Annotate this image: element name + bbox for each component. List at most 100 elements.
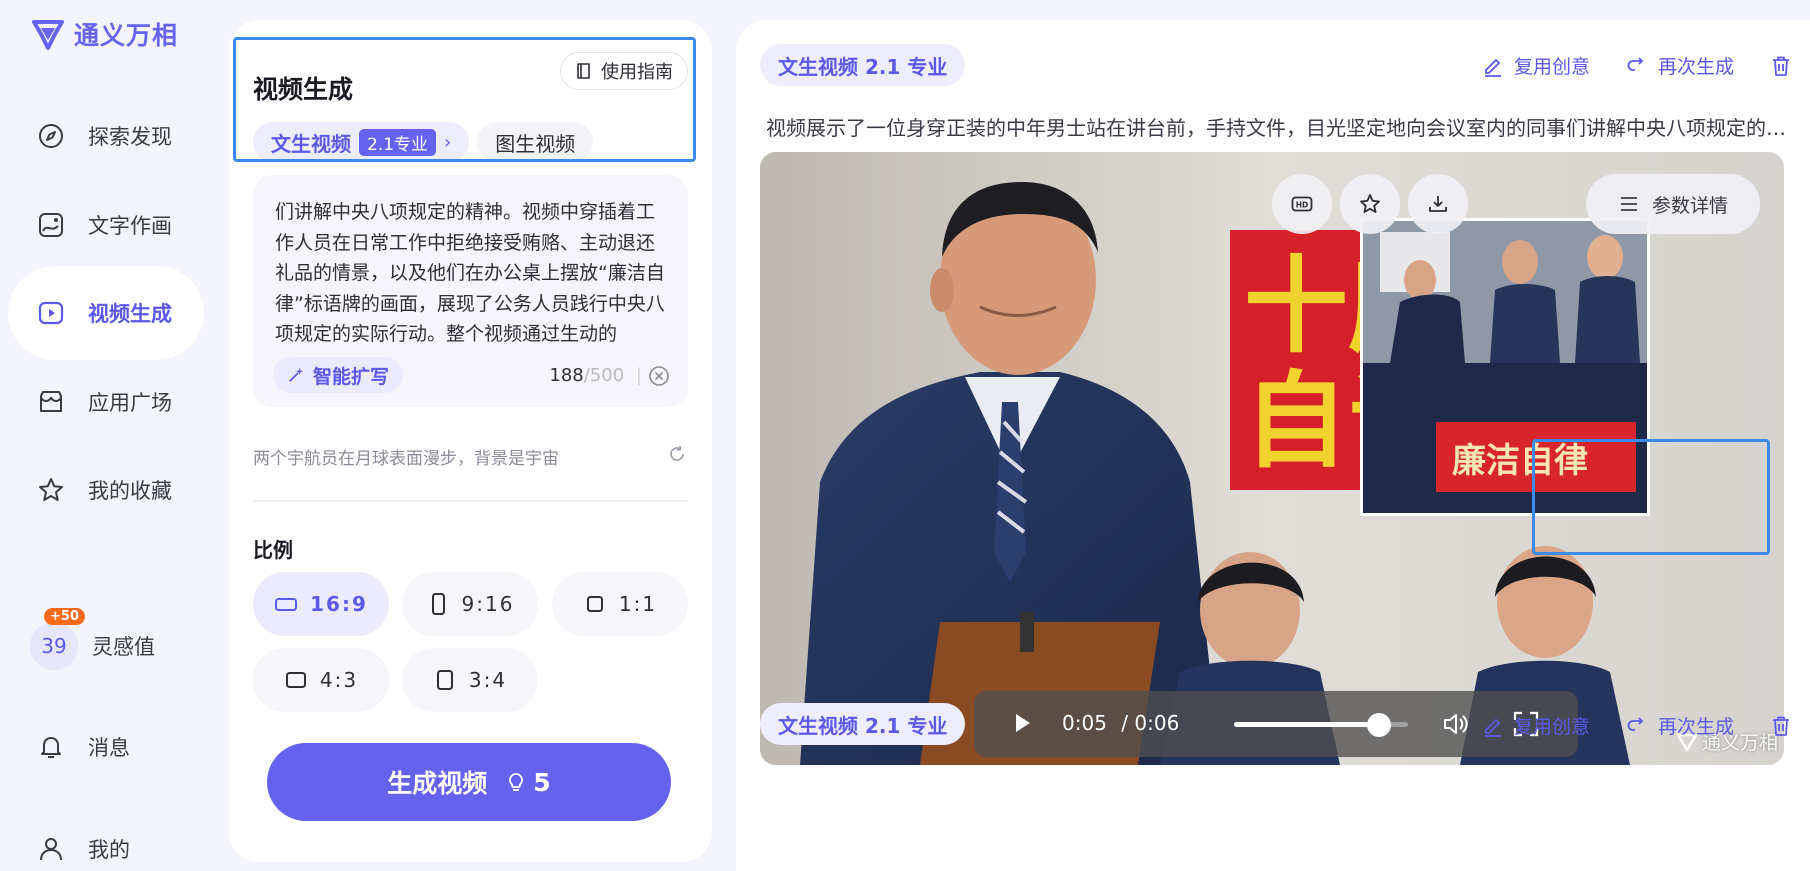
result-model-badge-2: 文生视频 2.1 专业 [760, 703, 966, 745]
sidebar-item-label: 应用广场 [88, 391, 172, 415]
param-details-button[interactable]: 参数详情 [1586, 174, 1760, 234]
results-area: 文生视频 2.1 专业 复用创意 再次生成 视频展示了一位身穿正装的中年男士站在… [736, 20, 1810, 871]
redo-icon [1627, 716, 1644, 731]
sidebar-item-label: 消息 [88, 736, 130, 760]
download-icon [1429, 196, 1447, 212]
landscape-4-3-ratio-icon [285, 672, 306, 688]
trash-icon [1773, 56, 1789, 76]
regenerate-button-2[interactable]: 再次生成 [1626, 712, 1734, 739]
sidebar-item-inspiration[interactable]: 39 +50 灵感值 [8, 599, 204, 693]
current-time: 0:05 [1062, 711, 1107, 735]
prompt-box: 们讲解中央八项规定的精神。视频中穿插着工作人员在日常工作中拒绝接受贿赂、主动退还… [253, 175, 688, 407]
result-model-badge: 文生视频 2.1 专业 [760, 44, 966, 86]
ratio-16-9[interactable]: 16:9 [253, 572, 389, 636]
sidebar-item-text-to-image[interactable]: 文字作画 [8, 178, 204, 272]
portrait-3-4-ratio-icon [436, 670, 453, 690]
regen-label: 再次生成 [1657, 716, 1734, 738]
tab-label: 文生视频 [271, 131, 351, 156]
panel-title: 视频生成 [253, 75, 354, 104]
sidebar-item-label: 文字作画 [88, 214, 172, 238]
time-display: 0:05 / 0:06 [1062, 711, 1179, 735]
generate-video-button[interactable]: 生成视频 5 [267, 743, 671, 821]
ratio-4-3[interactable]: 4:3 [253, 648, 389, 712]
sidebar-item-messages[interactable]: 消息 [8, 700, 204, 794]
reuse-idea-button-2[interactable]: 复用创意 [1482, 712, 1590, 739]
prompt-suggestion[interactable]: 两个宇航员在月球表面漫步，背景是宇宙 [253, 444, 559, 469]
brand-logo[interactable]: 通义万相 [30, 16, 178, 52]
ratio-3-4[interactable]: 3:4 [402, 648, 538, 712]
sidebar-item-app-square[interactable]: 应用广场 [8, 355, 204, 449]
store-icon [36, 387, 66, 417]
delete-button[interactable] [1770, 55, 1792, 77]
duration: / 0:06 [1121, 711, 1180, 735]
progress-handle[interactable] [1366, 713, 1391, 737]
version-badge: 2.1专业 [359, 128, 437, 156]
sidebar-item-explore[interactable]: 探索发现 [8, 89, 204, 183]
inspiration-count: 39 [41, 634, 67, 658]
landscape-ratio-icon [275, 598, 298, 611]
reuse-idea-button[interactable]: 复用创意 [1482, 52, 1590, 79]
brand-name: 通义万相 [74, 21, 179, 50]
char-counter: 188/500 | [549, 365, 642, 386]
svg-text:HD: HD [1296, 201, 1309, 210]
inspiration-bonus-badge: +50 [44, 608, 85, 625]
logo-icon [32, 20, 64, 50]
play-icon[interactable] [1010, 711, 1034, 735]
chevron-right-icon: › [444, 131, 452, 153]
progress-fill [1234, 722, 1379, 727]
star-icon [36, 475, 66, 505]
favorite-button[interactable] [1340, 174, 1400, 234]
edit-icon [1484, 58, 1501, 77]
hd-button[interactable]: HD [1272, 174, 1332, 234]
inspiration-counter: 39 +50 [30, 608, 85, 670]
progress-bar[interactable] [1234, 713, 1408, 737]
sidebar-item-label: 我的收藏 [88, 479, 172, 503]
sidebar-item-label: 灵感值 [92, 635, 155, 659]
inset-selection-highlight [1532, 439, 1770, 555]
guide-button[interactable]: 使用指南 [560, 52, 688, 90]
char-max: /500 [583, 365, 625, 386]
ratio-1-1[interactable]: 1:1 [552, 572, 688, 636]
image-icon [36, 210, 66, 240]
ratio-9-16[interactable]: 9:16 [402, 572, 538, 636]
sidebar-item-me[interactable]: 我的 [8, 802, 204, 871]
ratio-label: 4:3 [319, 668, 359, 692]
user-icon [36, 834, 66, 864]
clear-icon[interactable] [648, 365, 670, 387]
sidebar-item-video-generation[interactable]: 视频生成 [8, 266, 204, 360]
smart-expand-button[interactable]: 智能扩写 [273, 357, 404, 393]
edit-icon [1484, 718, 1501, 737]
ratio-label: 9:16 [461, 592, 515, 616]
volume-icon[interactable] [1440, 709, 1470, 739]
video-play-icon [36, 298, 66, 328]
square-ratio-icon [586, 596, 603, 612]
regenerate-button[interactable]: 再次生成 [1626, 52, 1734, 79]
download-button[interactable] [1408, 174, 1468, 234]
param-label: 参数详情 [1651, 194, 1728, 217]
ratio-title: 比例 [253, 538, 293, 562]
generation-panel: 视频生成 使用指南 文生视频 2.1专业 › 图生视频 们讲解中央八项规定的精神… [229, 20, 712, 862]
sidebar-item-label: 探索发现 [88, 125, 172, 149]
sidebar: 通义万相 探索发现 文字作画 视频生成 应用广场 我的收藏 39 +50 灵感值… [0, 0, 220, 871]
menu-icon [1620, 197, 1637, 211]
tab-text-to-video[interactable]: 文生视频 2.1专业 › [253, 122, 470, 162]
refresh-icon[interactable] [667, 444, 687, 464]
generate-label: 生成视频 [387, 769, 488, 798]
star-icon [1360, 194, 1380, 213]
sidebar-item-label: 视频生成 [88, 302, 172, 326]
prompt-input[interactable]: 们讲解中央八项规定的精神。视频中穿插着工作人员在日常工作中拒绝接受贿赂、主动退还… [275, 197, 671, 350]
smart-expand-label: 智能扩写 [313, 365, 390, 388]
char-count: 188 [549, 365, 584, 386]
redo-icon [1627, 56, 1644, 71]
portrait-ratio-icon [431, 593, 445, 615]
sidebar-item-favorites[interactable]: 我的收藏 [8, 443, 204, 537]
hd-icon: HD [1291, 196, 1313, 212]
lightbulb-icon [509, 773, 524, 791]
divider [253, 500, 688, 502]
magic-wand-icon [289, 367, 304, 382]
guide-label: 使用指南 [601, 62, 673, 83]
tab-image-to-video[interactable]: 图生视频 [477, 122, 594, 162]
mode-tabs: 文生视频 2.1专业 › 图生视频 [253, 122, 594, 162]
delete-button-2[interactable] [1770, 715, 1792, 737]
video-player[interactable]: 十廉 自诂 廉洁自律 HD 参数详情 0:05 / 0:06 通义万相 [760, 152, 1784, 765]
